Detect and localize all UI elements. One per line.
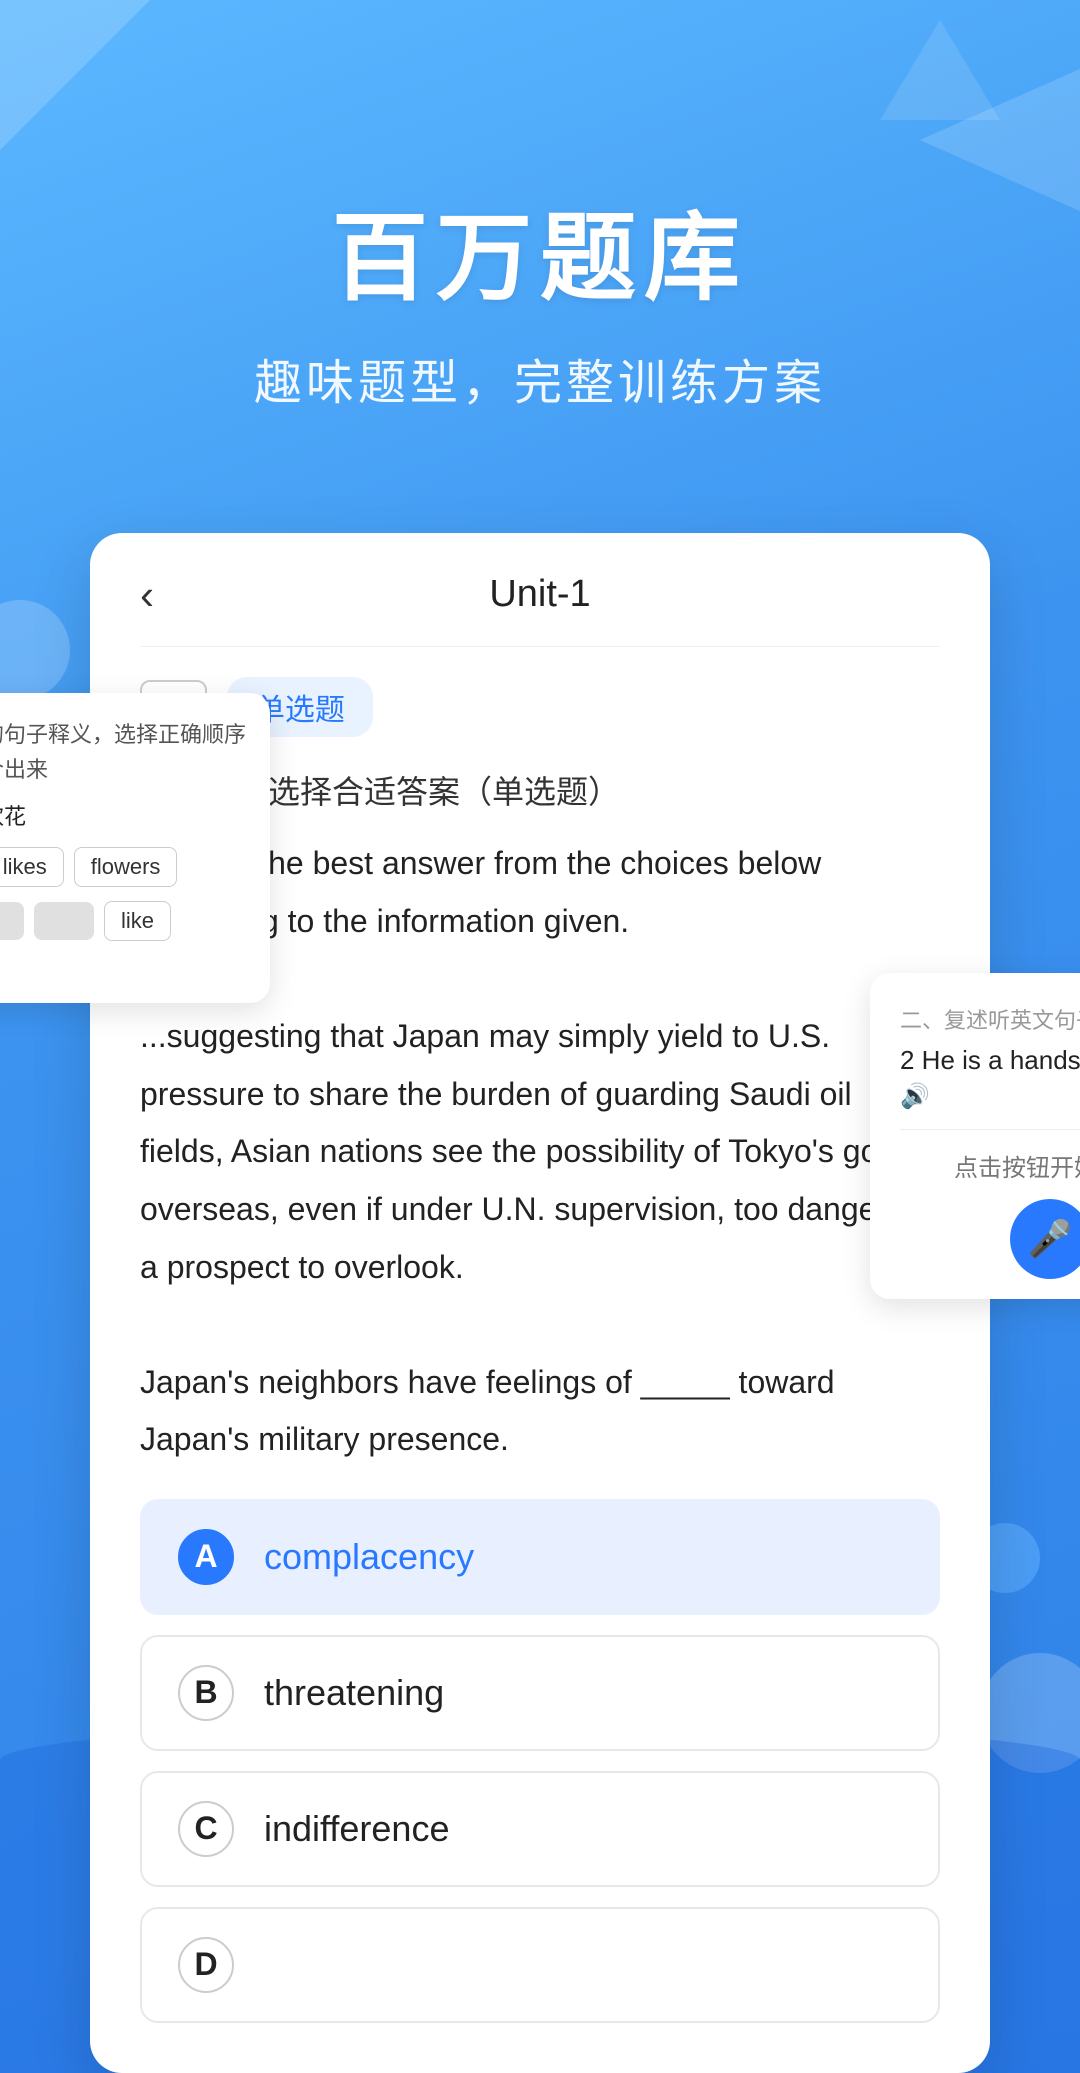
record-hint: 点击按钮开始录音 — [900, 1148, 1080, 1183]
choice-c[interactable]: C indifference — [140, 1771, 940, 1887]
blank-row: like — [0, 901, 246, 941]
blank-3 — [34, 902, 94, 940]
choice-a-letter: A — [178, 1529, 234, 1585]
overlay-right-sentence: 2 He is a handsome — [900, 1045, 1080, 1076]
overlay-right-label: 二、复述听英文句子 — [900, 1003, 1080, 1035]
choice-d[interactable]: D — [140, 1907, 940, 2023]
blank-2 — [0, 902, 24, 940]
answer-choices: A complacency B threatening C indifferen… — [140, 1499, 940, 2023]
word-chip-flowers[interactable]: flowers — [74, 847, 178, 887]
word-chips-row: Jane likes flowers — [0, 847, 246, 887]
main-title: 百万题库 — [0, 180, 1080, 319]
overlay-left-subtitle: 1 Jane喜欢花 — [0, 799, 246, 831]
choice-b-letter: B — [178, 1665, 234, 1721]
question-stem: Japan's neighbors have feelings of _____… — [140, 1364, 835, 1458]
decorative-circle-left — [0, 600, 70, 700]
back-button[interactable]: ‹ — [140, 571, 154, 619]
body-text: ...suggesting that Japan may simply yiel… — [140, 1008, 940, 1296]
choice-c-letter: C — [178, 1801, 234, 1857]
overlay-left-title: 根据给出的句子释义，选择正确顺序把句子组合出来 — [0, 717, 246, 787]
divider — [900, 1129, 1080, 1130]
background: 百万题库 趣味题型，完整训练方案 根据给出的句子释义，选择正确顺序把句子组合出来… — [0, 0, 1080, 2073]
card-header: ‹ Unit-1 — [140, 573, 940, 647]
word-chip-like[interactable]: like — [104, 901, 171, 941]
word-chip-likes[interactable]: likes — [0, 847, 64, 887]
header-section: 百万题库 趣味题型，完整训练方案 — [0, 0, 1080, 473]
card-title: Unit-1 — [489, 573, 590, 616]
sub-title: 趣味题型，完整训练方案 — [0, 343, 1080, 413]
overlay-audio-repeat: 二、复述听英文句子 2 He is a handsome 🔊 点击按钮开始录音 … — [870, 973, 1080, 1299]
choice-a[interactable]: A complacency — [140, 1499, 940, 1615]
choice-b[interactable]: B threatening — [140, 1635, 940, 1751]
mic-button[interactable]: 🎤 — [1010, 1199, 1080, 1279]
choice-d-letter: D — [178, 1937, 234, 1993]
main-card: 根据给出的句子释义，选择正确顺序把句子组合出来 1 Jane喜欢花 Jane l… — [90, 533, 990, 2073]
choice-a-text: complacency — [264, 1536, 474, 1578]
speaker-icon[interactable]: 🔊 — [900, 1082, 1080, 1111]
choice-b-text: threatening — [264, 1672, 444, 1714]
choice-c-text: indifference — [264, 1808, 449, 1850]
microphone-icon: 🎤 — [1028, 1218, 1073, 1260]
overlay-sentence-arrangement: 根据给出的句子释义，选择正确顺序把句子组合出来 1 Jane喜欢花 Jane l… — [0, 693, 270, 1003]
